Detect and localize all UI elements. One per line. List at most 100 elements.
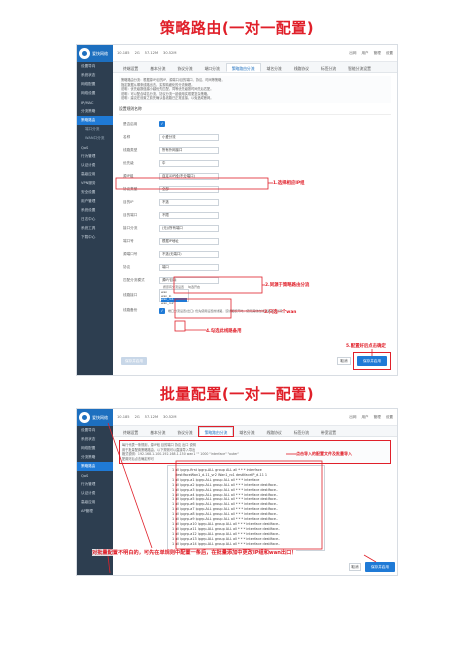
form-row: 源IP组 自定义IP段(不分端口) [119, 170, 391, 183]
annotation-1: 1.选择相应IP组 [273, 181, 305, 186]
status-item: 10.185 [117, 51, 130, 55]
form-input[interactable]: 所有外网接口 [159, 146, 219, 154]
sidebar-item[interactable]: 策略路由 [77, 116, 113, 125]
form-label: 线路备份 [123, 308, 138, 313]
tab[interactable]: 基本分流 [144, 427, 171, 436]
sidebar-item[interactable]: 行为管理 [77, 480, 113, 489]
form-input[interactable]: (无)/所有端口 [159, 224, 219, 232]
enable-checkbox[interactable]: ✓ [159, 121, 165, 128]
backup-checkbox[interactable]: ✓ [159, 307, 165, 314]
form-input[interactable]: 源IP/目标 [159, 276, 219, 284]
sidebar-item[interactable]: 分流策略 [77, 107, 113, 116]
cancel-button[interactable]: 取消 [349, 563, 361, 571]
save-enable-left-button[interactable]: 保存并启用 [121, 357, 147, 365]
form-input[interactable]: 不选 [159, 198, 219, 206]
tab[interactable]: 线路协议 [288, 63, 315, 72]
annotation-4: 4.勾选此线路备用 [206, 329, 242, 334]
form-label: 线路类型 [123, 147, 138, 152]
annotation-batch-bottom: 对批量配置不明白的，可先在单规则中配置一条后，在批量添加中更改IP组和wan出口… [92, 549, 297, 556]
top-link[interactable]: 出网 [349, 415, 356, 420]
tab[interactable]: 终端设置 [117, 63, 144, 72]
sidebar-item[interactable]: 系统状态 [77, 71, 113, 80]
annotation-3: 3.只选一个wan [264, 310, 297, 315]
form-row: 名称 小爱分流 [119, 131, 391, 144]
brand-name: 爱快网络 [92, 51, 108, 56]
tab[interactable]: 带宽设置 [315, 427, 342, 436]
tab[interactable]: 域名分流 [261, 63, 288, 72]
sidebar-item[interactable]: QoS [77, 143, 113, 152]
notice-line: 说明：建议在设置之前先确认各线路已正常连接，以免造成断网。 [121, 96, 214, 101]
form-input[interactable]: 不限 [159, 211, 219, 219]
sidebar-item[interactable]: 分流策略 [77, 453, 113, 462]
annotation-batch-top: 点击导入的配置文件及批量导入 [296, 451, 352, 456]
form-input[interactable]: 中 [159, 159, 219, 167]
tab[interactable]: 线路协议 [261, 427, 288, 436]
form-label: 协议类型 [123, 186, 138, 191]
logo-icon [79, 412, 90, 423]
sidebar-item[interactable]: 网络设置 [77, 89, 113, 98]
form-input[interactable]: 全部 [159, 185, 219, 193]
tab-strategy-route[interactable]: 策略路由分流 [197, 426, 235, 437]
tab[interactable]: 协议分流 [171, 63, 198, 72]
sidebar-item[interactable]: QoS [77, 471, 113, 480]
sidebar-item[interactable]: 下载中心 [77, 233, 113, 242]
nav-list: 设置导向 系统状态 网络配置 网络设置 IP/MAC 分流策略 策略路由 端口分流 WAN口分流… [77, 62, 113, 242]
sidebar-item[interactable]: 日志中心 [77, 215, 113, 224]
top-link[interactable]: 设置 [386, 51, 393, 56]
form-input[interactable]: 小爱分流 [159, 133, 219, 141]
top-link[interactable]: 管理 [374, 51, 381, 56]
sidebar-item[interactable]: IP/MAC [77, 98, 113, 107]
form-input[interactable]: 根据IP地址 [159, 237, 219, 245]
form-label: 协议 [123, 264, 131, 269]
sidebar-item[interactable]: 高级应用 [77, 498, 113, 507]
sidebar-item[interactable]: 端口分流 [77, 125, 113, 134]
top-link[interactable]: 用户 [361, 51, 368, 56]
top-link[interactable]: 管理 [374, 415, 381, 420]
tab[interactable]: 协议分流 [171, 427, 198, 436]
form-input[interactable]: 端口 [159, 263, 219, 271]
tab[interactable]: 标签分流 [315, 63, 342, 72]
sidebar-item[interactable]: 设置导向 [77, 62, 113, 71]
tab[interactable]: 终端设置 [117, 427, 144, 436]
sidebar-item[interactable]: 系统状态 [77, 435, 113, 444]
tab[interactable]: 标签分流 [288, 427, 315, 436]
tab[interactable]: 端口分流 [199, 63, 226, 72]
sidebar-item[interactable]: 安全设置 [77, 188, 113, 197]
cancel-button[interactable]: 取消 [337, 357, 351, 365]
top-link[interactable]: 出网 [349, 51, 356, 56]
sidebar-item[interactable]: 用户管理 [77, 197, 113, 206]
form-input[interactable]: 自定义IP段(不分端口) [159, 172, 219, 180]
top-link[interactable]: 用户 [361, 415, 368, 420]
sidebar-item[interactable]: 行为管理 [77, 152, 113, 161]
form-label: 优先级 [123, 160, 134, 165]
sidebar-item[interactable]: 设置导向 [77, 426, 113, 435]
form-row: 是否启用 ✓ [119, 118, 391, 131]
sidebar-item[interactable]: 系统工具 [77, 224, 113, 233]
sidebar-item[interactable]: VPN服务 [77, 179, 113, 188]
tab[interactable]: 域名分流 [233, 427, 260, 436]
sidebar-item[interactable]: WAN口分流 [77, 134, 113, 143]
sidebar-item[interactable]: 高级应用 [77, 170, 113, 179]
status-item: 2G [134, 415, 140, 419]
sidebar: 爱快网络 设置导向 系统状态 网络配置 网络设置 IP/MAC 分流策略 策略路由 端口分流 W… [77, 45, 113, 375]
tab[interactable]: 基本分流 [144, 63, 171, 72]
batch-rules-textarea[interactable]: 1 all ipgrp-first ipgrp-ALL group ALL al… [167, 465, 325, 551]
sidebar-item[interactable]: 网络配置 [77, 444, 113, 453]
sidebar-item[interactable]: 策略路由 [77, 462, 113, 471]
logo-icon [79, 48, 90, 59]
save-enable-button[interactable]: 保存并启用 [365, 562, 395, 572]
sidebar-item[interactable]: 网络配置 [77, 80, 113, 89]
sidebar-item[interactable]: AP管理 [77, 507, 113, 516]
tab[interactable]: 智能分流设置 [342, 63, 377, 72]
sidebar-item[interactable]: 认证计费 [77, 489, 113, 498]
sidebar-item[interactable]: 系统设置 [77, 206, 113, 215]
sidebar-item[interactable]: 认证计费 [77, 161, 113, 170]
notice: 策略路由分流：根据源IP/目的IP、源端口/目的端口、协议、时间等策略， 指定数… [119, 76, 391, 103]
form-label: 目的IP [123, 199, 134, 204]
form-input[interactable]: 不选(无端口) [159, 250, 219, 258]
tab-strategy-route[interactable]: 策略路由分流 [225, 63, 261, 72]
brand: 爱快网络 [77, 45, 113, 62]
page: 策略路由(一对一配置) 爱快网络 设置导向 系统状态 网络配置 网络设置 IP/MAC 分… [0, 0, 474, 669]
top-link[interactable]: 设置 [386, 415, 393, 420]
wan-listbox[interactable]: wan wan_lo wan_ro1 wan_ro2 [159, 288, 189, 304]
